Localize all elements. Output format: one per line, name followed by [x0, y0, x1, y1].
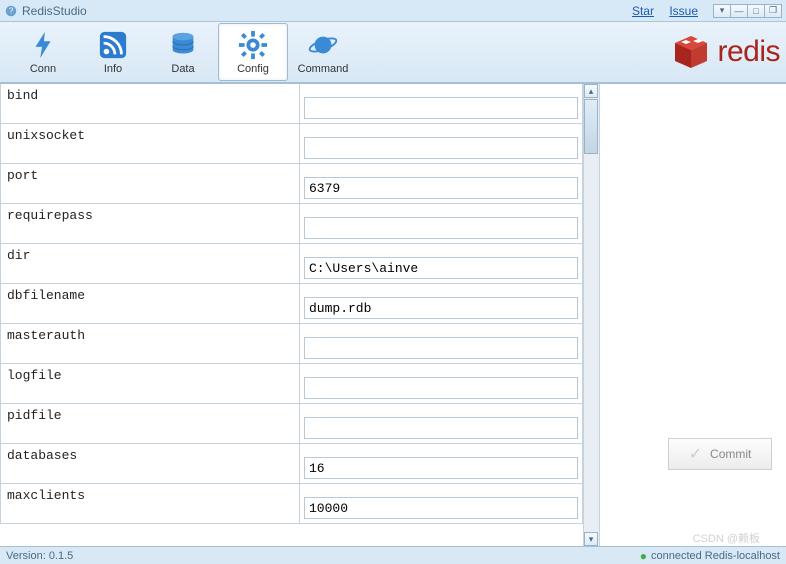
- toolbar-info[interactable]: Info: [78, 23, 148, 81]
- connection-status: connected Redis-localhost: [651, 550, 780, 562]
- toolbar-data[interactable]: Data: [148, 23, 218, 81]
- redis-cube-icon: [671, 34, 711, 70]
- config-value-cell: [300, 124, 583, 163]
- titlebar: ? RedisStudio Star Issue ▾ — □ ❐: [0, 0, 786, 22]
- version-value: 0.1.5: [49, 550, 73, 562]
- config-row: unixsocket: [0, 124, 583, 164]
- config-key: bind: [0, 84, 300, 123]
- right-panel: ✓ Commit: [600, 84, 786, 546]
- config-key: databases: [0, 444, 300, 483]
- status-dot-icon: ●: [640, 549, 647, 563]
- config-row: dbfilename: [0, 284, 583, 324]
- svg-text:?: ?: [9, 6, 14, 15]
- scroll-down-button[interactable]: ▾: [584, 532, 598, 546]
- app-title: RedisStudio: [22, 4, 87, 18]
- issue-link[interactable]: Issue: [669, 4, 698, 18]
- config-key: dir: [0, 244, 300, 283]
- toolbar-config[interactable]: Config: [218, 23, 288, 81]
- vertical-scrollbar[interactable]: ▴ ▾: [583, 84, 599, 546]
- app-icon: ?: [4, 4, 18, 18]
- config-row: requirepass: [0, 204, 583, 244]
- config-key: logfile: [0, 364, 300, 403]
- config-value-input[interactable]: [304, 137, 578, 159]
- toolbar-conn[interactable]: Conn: [8, 23, 78, 81]
- config-value-cell: [300, 484, 583, 523]
- config-value-input[interactable]: [304, 297, 578, 319]
- database-icon: [167, 29, 199, 61]
- config-value-input[interactable]: [304, 497, 578, 519]
- config-value-cell: [300, 204, 583, 243]
- config-row: dir: [0, 244, 583, 284]
- config-table: bindunixsocketportrequirepassdirdbfilena…: [0, 84, 583, 546]
- config-row: port: [0, 164, 583, 204]
- commit-button[interactable]: ✓ Commit: [668, 438, 772, 470]
- config-value-cell: [300, 84, 583, 123]
- toolbar-config-label: Config: [237, 63, 269, 75]
- bolt-icon: [27, 29, 59, 61]
- planet-icon: [307, 29, 339, 61]
- config-value-cell: [300, 324, 583, 363]
- config-value-cell: [300, 164, 583, 203]
- config-value-input[interactable]: [304, 257, 578, 279]
- commit-label: Commit: [710, 447, 751, 461]
- config-value-cell: [300, 444, 583, 483]
- config-panel: bindunixsocketportrequirepassdirdbfilena…: [0, 84, 600, 546]
- config-value-cell: [300, 404, 583, 443]
- config-value-input[interactable]: [304, 97, 578, 119]
- config-value-cell: [300, 284, 583, 323]
- statusbar: Version: 0.1.5 ● connected Redis-localho…: [0, 546, 786, 564]
- toolbar-command[interactable]: Command: [288, 23, 358, 81]
- star-link[interactable]: Star: [632, 4, 654, 18]
- config-row: logfile: [0, 364, 583, 404]
- version-label: Version:: [6, 550, 46, 562]
- config-value-input[interactable]: [304, 457, 578, 479]
- gear-icon: [237, 29, 269, 61]
- toolbar: Conn Info Data Config Command: [0, 22, 786, 84]
- config-key: port: [0, 164, 300, 203]
- maximize-button[interactable]: □: [747, 4, 765, 18]
- config-value-input[interactable]: [304, 217, 578, 239]
- toolbar-conn-label: Conn: [30, 63, 56, 75]
- redis-logo: redis: [671, 34, 780, 70]
- scroll-thumb[interactable]: [584, 99, 598, 154]
- config-value-cell: [300, 244, 583, 283]
- config-value-input[interactable]: [304, 337, 578, 359]
- config-row: bind: [0, 84, 583, 124]
- config-row: maxclients: [0, 484, 583, 524]
- toolbar-data-label: Data: [171, 63, 194, 75]
- config-row: masterauth: [0, 324, 583, 364]
- config-row: databases: [0, 444, 583, 484]
- rss-icon: [97, 29, 129, 61]
- scroll-up-button[interactable]: ▴: [584, 84, 598, 98]
- toolbar-command-label: Command: [298, 63, 349, 75]
- config-key: dbfilename: [0, 284, 300, 323]
- config-key: requirepass: [0, 204, 300, 243]
- minimize-button[interactable]: —: [730, 4, 748, 18]
- check-icon: ✓: [689, 444, 702, 464]
- config-key: pidfile: [0, 404, 300, 443]
- main-area: bindunixsocketportrequirepassdirdbfilena…: [0, 84, 786, 546]
- config-value-input[interactable]: [304, 417, 578, 439]
- config-value-input[interactable]: [304, 377, 578, 399]
- config-value-cell: [300, 364, 583, 403]
- window-controls: ▾ — □ ❐: [714, 4, 782, 18]
- config-row: pidfile: [0, 404, 583, 444]
- toolbar-info-label: Info: [104, 63, 122, 75]
- config-key: unixsocket: [0, 124, 300, 163]
- dropdown-button[interactable]: ▾: [713, 4, 731, 18]
- restore-button[interactable]: ❐: [764, 4, 782, 18]
- config-value-input[interactable]: [304, 177, 578, 199]
- redis-logo-text: redis: [717, 35, 780, 69]
- config-key: maxclients: [0, 484, 300, 523]
- config-key: masterauth: [0, 324, 300, 363]
- header-links: Star Issue: [632, 4, 710, 18]
